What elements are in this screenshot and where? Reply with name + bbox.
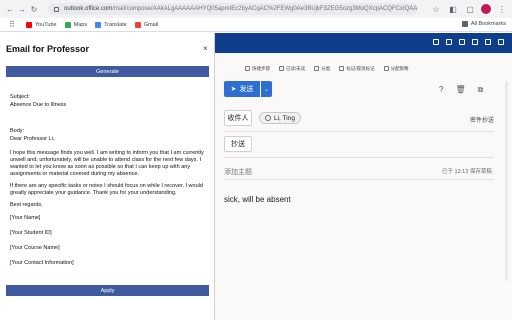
youtube-icon	[26, 21, 32, 28]
bookmark-translate[interactable]: Translate	[95, 21, 127, 28]
extensions-icon[interactable]: ◧	[447, 3, 459, 15]
maps-icon	[64, 21, 71, 28]
to-divider	[224, 131, 494, 132]
cc-button[interactable]: 抄送	[224, 136, 252, 152]
ribbon-flag[interactable]: 标记/取消标记	[339, 66, 375, 72]
menu-icon[interactable]: ⋮	[496, 3, 508, 15]
address-bar[interactable]: outlook.office.com/mail/compose/AAkALgAA…	[48, 3, 418, 15]
help-icon[interactable]	[485, 39, 491, 45]
draft-status: 已于 12:13 保存草稿	[442, 169, 492, 175]
send-button[interactable]: ➤ 发送	[224, 81, 260, 97]
help-circle-icon[interactable]: ?	[439, 85, 443, 95]
ribbon: 快捷步骤 已读/未读 分类 标记/取消标记 分配策略	[215, 63, 512, 75]
email-generator-panel: Email for Professor × Generate Subject: …	[0, 33, 215, 320]
bookmark-gmail[interactable]: Gmail	[134, 21, 158, 28]
delete-icon[interactable]: 🗑	[455, 85, 465, 95]
placeholder-name: [Your Name]	[10, 215, 41, 221]
calendar-icon[interactable]	[446, 39, 452, 45]
recipient-chip[interactable]: Li, Ting	[259, 112, 301, 124]
subject-divider	[224, 179, 494, 180]
subject-label: Subject:	[10, 94, 30, 100]
site-info-icon[interactable]	[54, 6, 59, 12]
contact-icon	[265, 115, 271, 121]
folder-icon	[461, 21, 468, 27]
account-icon[interactable]	[498, 39, 504, 45]
ribbon-categorize[interactable]: 分类	[314, 66, 330, 72]
forward-icon[interactable]: →	[16, 3, 28, 15]
apply-button[interactable]: Apply	[6, 285, 209, 296]
envelope-icon	[279, 66, 284, 72]
ribbon-quick-steps[interactable]: 快捷步骤	[245, 66, 270, 72]
scrollbar[interactable]	[505, 81, 508, 281]
apps-icon[interactable]: ⠿	[6, 19, 18, 31]
settings-icon[interactable]	[472, 39, 478, 45]
gmail-icon	[134, 21, 141, 28]
translate-icon	[95, 21, 102, 28]
greeting: Dear Professor Li,	[10, 136, 55, 142]
placeholder-contact: [Your Contact Information]	[10, 260, 74, 266]
url-host: outlook.office.com	[64, 6, 113, 12]
generate-button[interactable]: Generate	[6, 66, 209, 77]
message-body[interactable]: sick, will be absent	[224, 195, 291, 204]
ribbon-assign-policy[interactable]: 分配策略	[383, 66, 409, 72]
flag-icon	[339, 66, 345, 72]
body-label: Body:	[10, 128, 25, 134]
to-button[interactable]: 收件人	[224, 110, 252, 126]
ribbon-read-unread[interactable]: 已读/未读	[279, 66, 305, 72]
star-icon[interactable]: ☆	[430, 3, 442, 15]
policy-icon	[383, 66, 389, 72]
browser-toolbar: ← → ↻ outlook.office.com/mail/compose/AA…	[0, 0, 512, 18]
close-icon[interactable]: ×	[203, 44, 208, 53]
body-paragraph-2: If there are any specific tasks or notes…	[10, 183, 203, 196]
tag-icon	[314, 66, 320, 72]
send-options-chevron-icon[interactable]: ⌄	[261, 81, 272, 97]
bookmark-maps[interactable]: Maps	[64, 21, 87, 28]
quick-steps-icon	[245, 66, 250, 72]
bcc-link[interactable]: 密件抄送	[470, 115, 494, 124]
back-icon[interactable]: ←	[4, 3, 16, 15]
closing: Best regards,	[10, 202, 43, 208]
all-bookmarks[interactable]: All Bookmarks	[461, 21, 506, 27]
subject-value: Absence Due to Illness	[10, 102, 67, 108]
bookmarks-bar: ⠿ YouTube Maps Translate Gmail All Bookm…	[0, 18, 512, 32]
body-paragraph-1: I hope this message finds you well. I am…	[10, 150, 204, 177]
profile-avatar[interactable]	[481, 4, 491, 14]
panel-title: Email for Professor	[6, 44, 90, 54]
subject-input[interactable]: 添加主题	[224, 167, 252, 177]
meet-icon[interactable]	[433, 39, 439, 45]
url-path: /mail/compose/AAkALgAAAAAAHYQ05apmIEc2by…	[112, 6, 418, 12]
bookmark-youtube[interactable]: YouTube	[26, 21, 57, 28]
placeholder-student-id: [Your Student ID]	[10, 230, 52, 236]
send-icon: ➤	[230, 86, 237, 93]
placeholder-course: [Your Course Name]	[10, 245, 60, 251]
reload-icon[interactable]: ↻	[28, 3, 40, 15]
popout-icon[interactable]: ⧉	[478, 85, 484, 95]
side-panel-icon[interactable]: ▢	[464, 3, 476, 15]
outlook-header	[215, 33, 512, 53]
cc-divider	[224, 157, 494, 158]
notification-icon[interactable]	[459, 39, 465, 45]
outlook-compose: 快捷步骤 已读/未读 分类 标记/取消标记 分配策略 ➤ 发送 ⌄ ? 🗑 ⧉ …	[215, 33, 512, 320]
